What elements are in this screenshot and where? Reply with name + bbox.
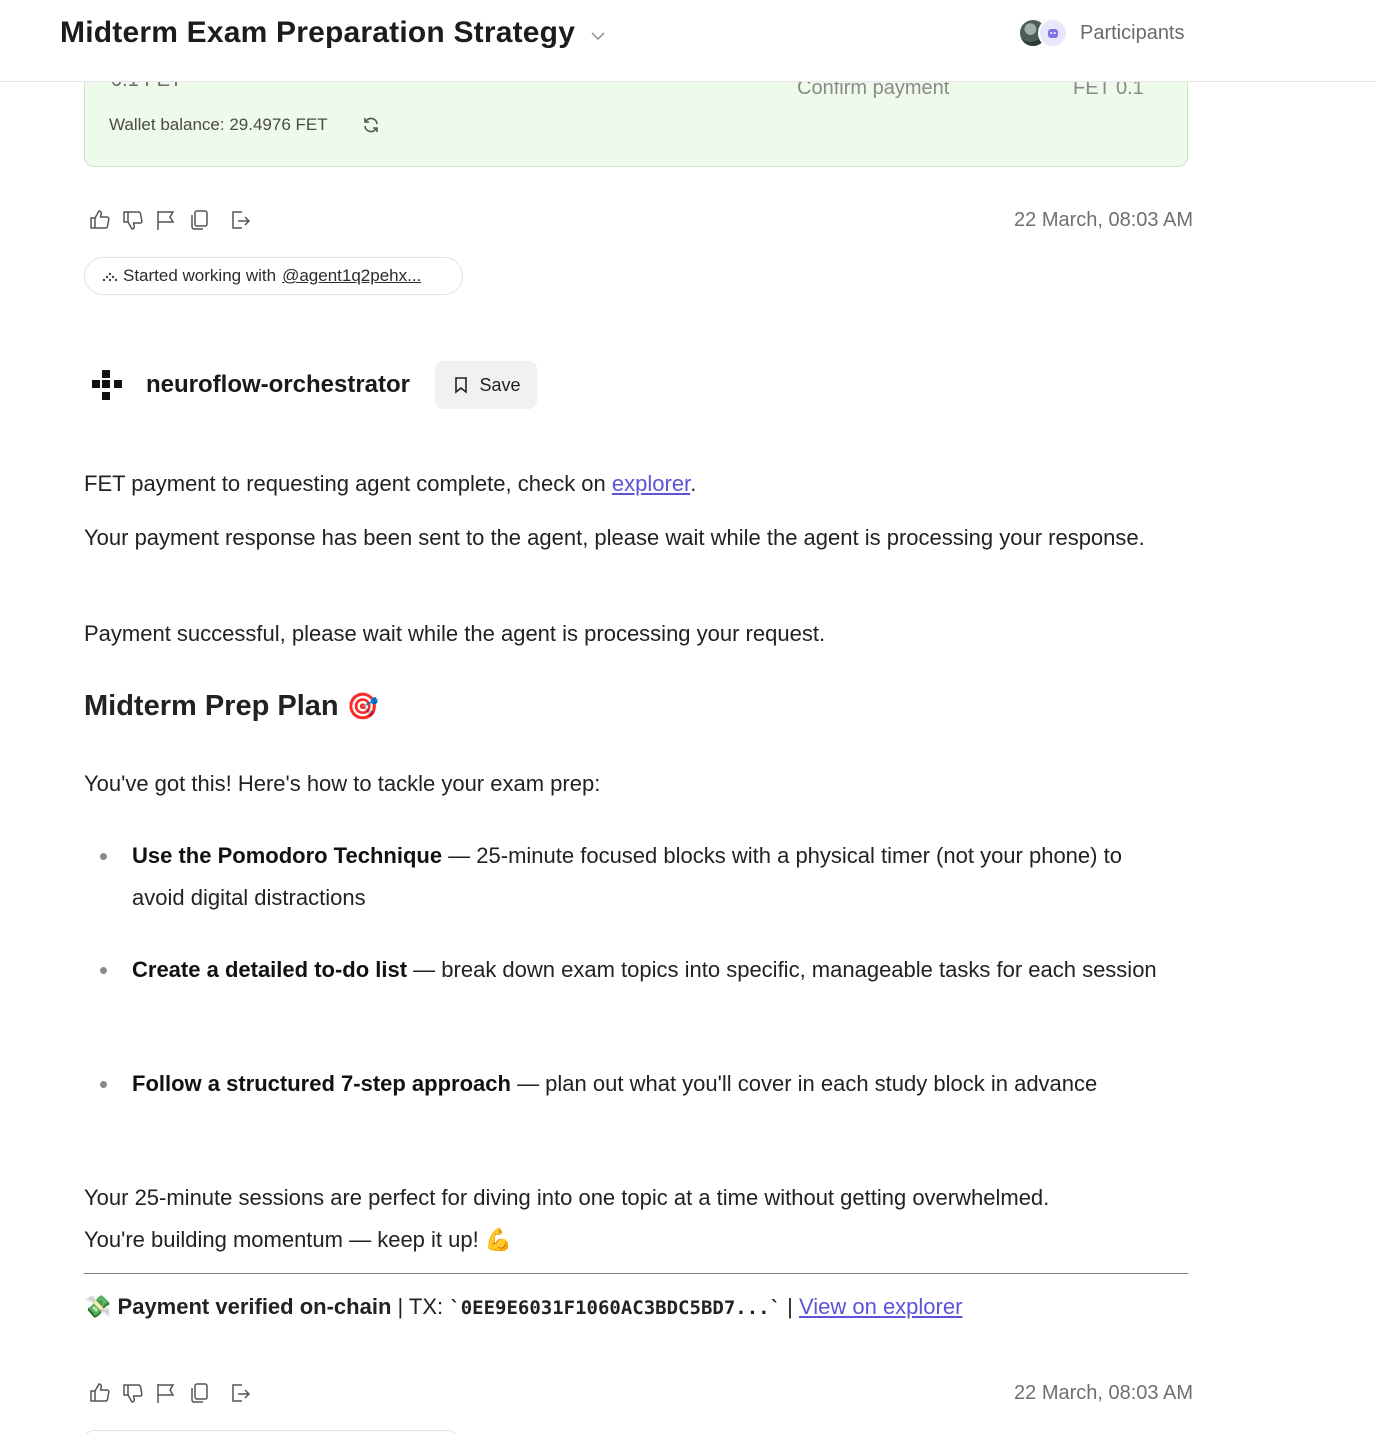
list-item-bold: Follow a structured 7-step approach	[132, 1071, 511, 1096]
agent-header: neuroflow-orchestrator Save	[90, 361, 538, 409]
section-heading: Midterm Prep Plan 🎯	[84, 690, 379, 723]
message-paragraph: Payment successful, please wait while th…	[84, 621, 826, 646]
closing-paragraph: Your 25-minute sessions are perfect for …	[84, 1177, 1194, 1261]
bot-icon	[1038, 18, 1068, 48]
chat-header: Midterm Exam Preparation Strategy Partic…	[0, 0, 1376, 82]
participants-button[interactable]: Participants	[1018, 18, 1185, 48]
message-actions	[88, 208, 261, 232]
page-title[interactable]: Midterm Exam Preparation Strategy	[60, 16, 575, 50]
list-item-text: — plan out what you'll cover in each stu…	[510, 1071, 1098, 1096]
agent-status-pill[interactable]	[84, 1430, 458, 1434]
closing-line: Your 25-minute sessions are perfect for …	[84, 1185, 1050, 1210]
money-emoji: 💸	[84, 1294, 112, 1319]
wallet-balance: Wallet balance: 29.4976 FET	[109, 115, 328, 134]
message-paragraph: FET payment to requesting agent complete…	[84, 463, 1194, 505]
share-icon[interactable]	[228, 208, 252, 232]
thumbs-up-icon[interactable]	[88, 1381, 112, 1405]
list-item: Create a detailed to-do list — break dow…	[84, 949, 1174, 991]
intro-paragraph: You've got this! Here's how to tackle yo…	[84, 771, 601, 796]
payment-verified-line: 💸 Payment verified on-chain | TX: `0EE9E…	[84, 1288, 962, 1327]
message-actions	[88, 1381, 261, 1405]
thumbs-up-icon[interactable]	[88, 208, 112, 232]
agent-status-pill[interactable]: Started working with @agent1q2pehx...	[84, 257, 463, 295]
participants-label: Participants	[1080, 21, 1185, 44]
list-item: Use the Pomodoro Technique — 25-minute f…	[84, 835, 1174, 919]
verified-label: Payment verified on-chain	[117, 1294, 392, 1319]
agent-name: neuroflow-orchestrator	[146, 371, 411, 398]
message-timestamp: 22 March, 08:03 AM	[1014, 209, 1193, 231]
view-on-explorer-link[interactable]: View on explorer	[799, 1294, 962, 1319]
agent-address-link[interactable]: @agent1q2pehx...	[282, 266, 421, 286]
closing-line: You're building momentum — keep it up!	[84, 1227, 479, 1252]
explorer-link[interactable]: explorer	[612, 471, 690, 496]
message-timestamp: 22 March, 08:03 AM	[1014, 1382, 1193, 1404]
paragraph-text: FET payment to requesting agent complete…	[84, 471, 612, 496]
message-paragraph: Your payment response has been sent to t…	[84, 525, 1145, 550]
loading-dots-icon	[102, 272, 117, 282]
chevron-down-icon[interactable]	[590, 30, 606, 42]
heading-text: Midterm Prep Plan	[84, 690, 339, 722]
save-label: Save	[479, 374, 521, 395]
separator: |	[781, 1294, 799, 1319]
thumbs-down-icon[interactable]	[121, 208, 145, 232]
muscle-emoji: 💪	[484, 1227, 513, 1252]
bullet-dot	[100, 967, 107, 974]
copy-icon[interactable]	[187, 1381, 211, 1405]
copy-icon[interactable]	[187, 208, 211, 232]
flag-icon[interactable]	[154, 1381, 178, 1405]
list-item-bold: Use the Pomodoro Technique	[132, 843, 443, 868]
share-icon[interactable]	[228, 1381, 252, 1405]
bookmark-icon	[454, 377, 467, 394]
target-emoji: 🎯	[346, 691, 379, 721]
bullet-dot	[100, 1081, 107, 1088]
divider	[84, 1273, 1188, 1274]
save-button[interactable]: Save	[435, 361, 538, 409]
flag-icon[interactable]	[154, 208, 178, 232]
status-text: Started working with	[123, 266, 277, 285]
tx-label: | TX:	[391, 1294, 450, 1319]
agent-logo-icon	[92, 370, 122, 400]
refresh-icon[interactable]	[361, 115, 381, 135]
list-item-text: — break down exam topics into specific, …	[407, 957, 1157, 982]
thumbs-down-icon[interactable]	[121, 1381, 145, 1405]
list-item: Follow a structured 7-step approach — pl…	[84, 1063, 1174, 1105]
list-item-bold: Create a detailed to-do list	[132, 957, 408, 982]
paragraph-text: .	[690, 471, 697, 496]
tx-hash: `0EE9E6031F1060AC3BDC5BD7...`	[449, 1297, 782, 1319]
bullet-dot	[100, 853, 107, 860]
